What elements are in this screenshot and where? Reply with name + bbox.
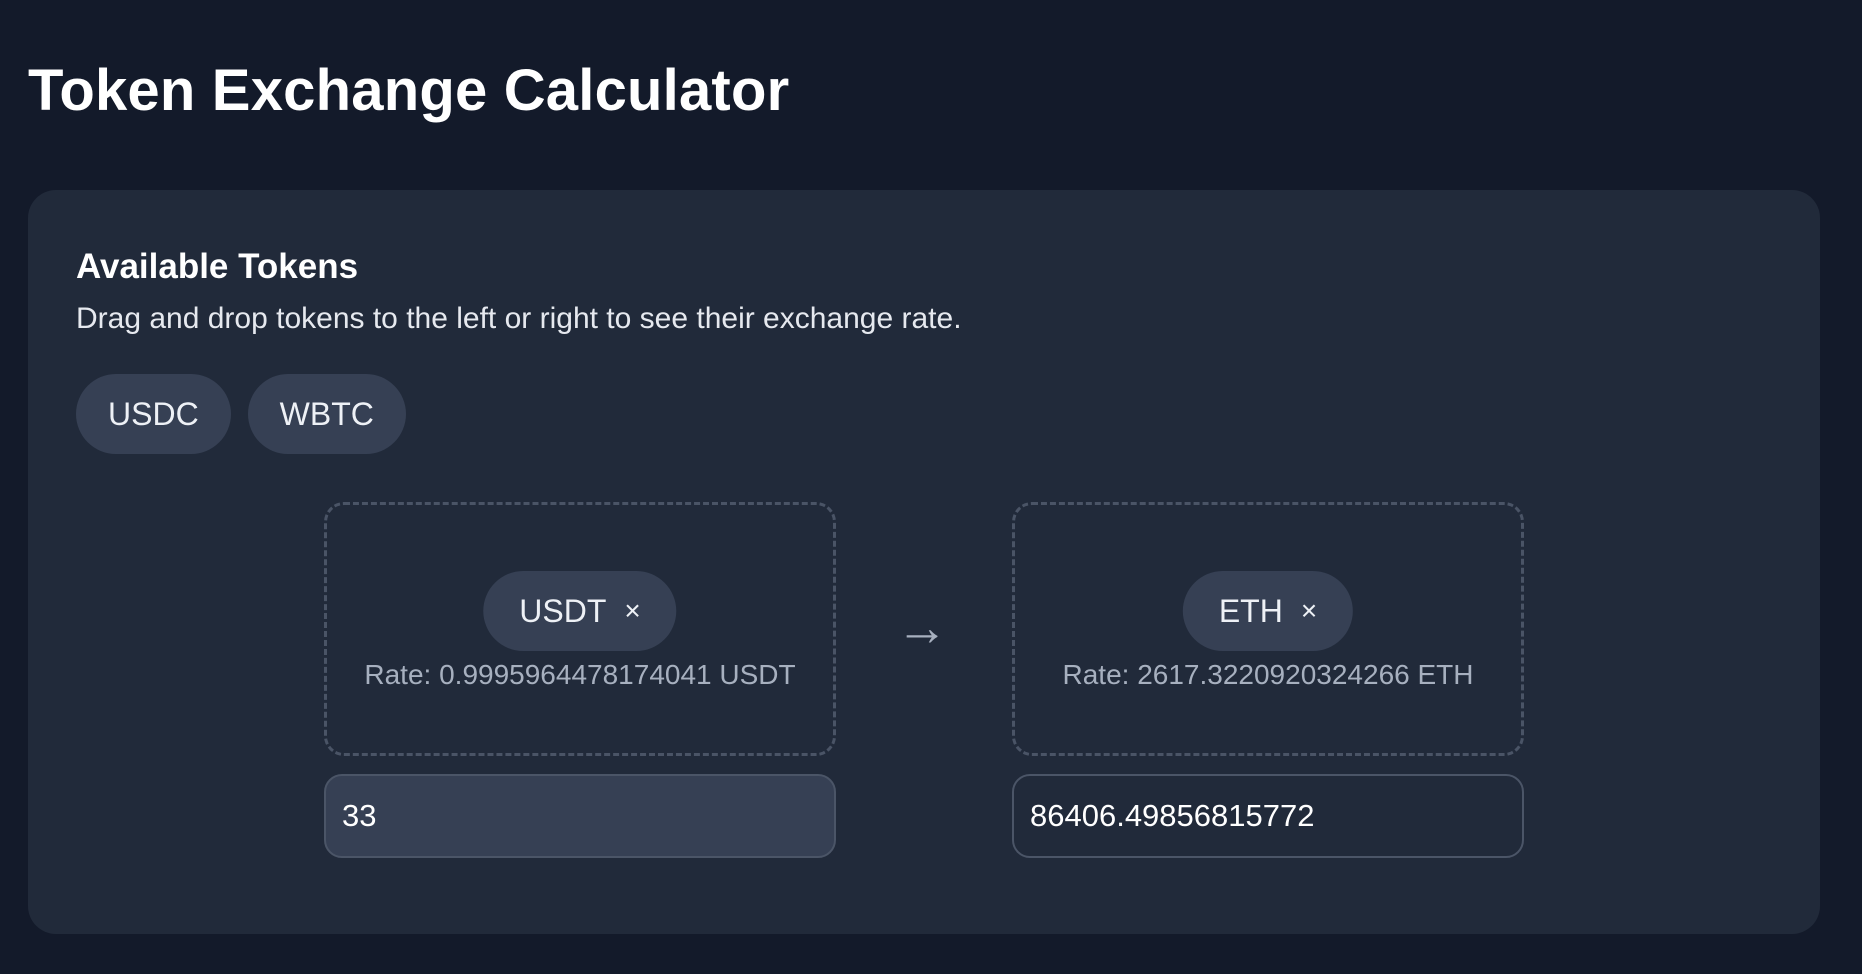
available-tokens-title: Available Tokens	[76, 247, 359, 286]
close-icon[interactable]: ×	[1301, 597, 1317, 625]
available-tokens-description: Drag and drop tokens to the left or righ…	[76, 302, 962, 335]
from-amount-input[interactable]	[324, 774, 836, 858]
from-token-rate: Rate: 0.9995964478174041 USDT	[364, 659, 796, 690]
selected-token-label-to: ETH	[1218, 592, 1283, 629]
selected-token-label-from: USDT	[519, 592, 607, 629]
page-title: Token Exchange Calculator	[28, 58, 790, 123]
selected-token-chip-from[interactable]: USDT ×	[483, 571, 677, 651]
selected-token-chip-to[interactable]: ETH ×	[1182, 571, 1354, 651]
close-icon[interactable]: ×	[624, 597, 640, 625]
exchange-card: Available Tokens Drag and drop tokens to…	[28, 190, 1820, 934]
to-token-rate: Rate: 2617.3220920324266 ETH	[1062, 659, 1474, 690]
token-pool: USDC WBTC	[76, 374, 406, 454]
arrow-right-icon: →	[896, 599, 948, 657]
token-chip-usdc[interactable]: USDC	[76, 374, 231, 454]
from-token-dropzone[interactable]: USDT × Rate: 0.9995964478174041 USDT	[324, 502, 836, 756]
to-amount-input[interactable]	[1012, 774, 1524, 858]
to-token-dropzone[interactable]: ETH × Rate: 2617.3220920324266 ETH	[1012, 502, 1524, 756]
token-chip-wbtc[interactable]: WBTC	[247, 374, 406, 454]
